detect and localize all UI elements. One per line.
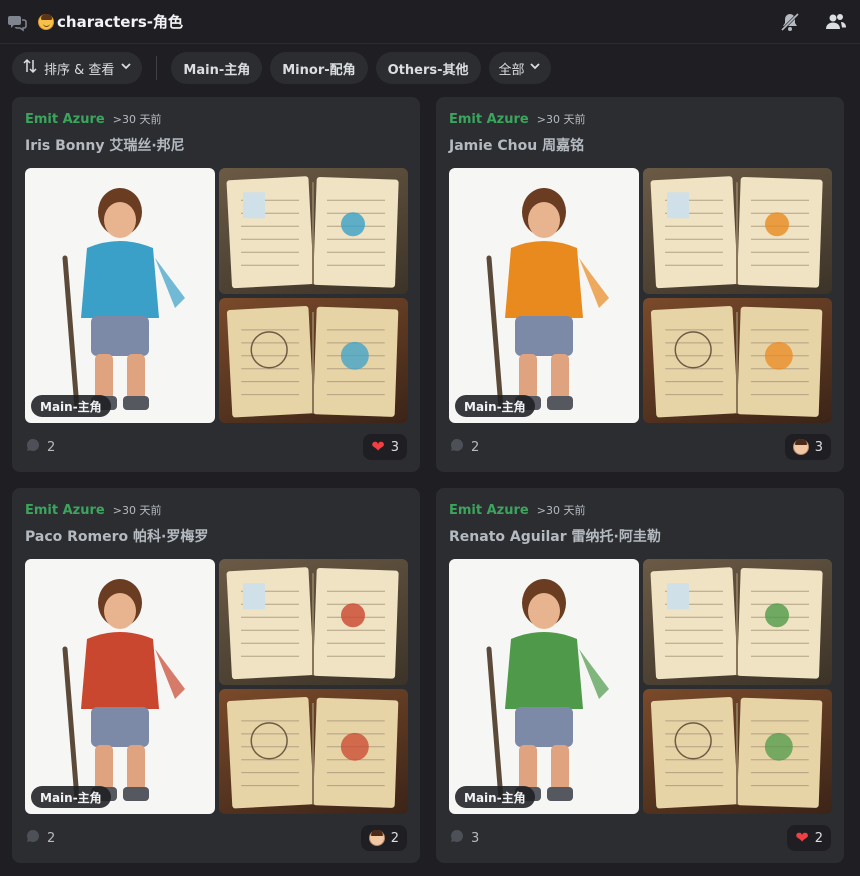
member-list-icon[interactable] [824, 10, 848, 34]
sketch-notebook-image[interactable] [219, 297, 408, 423]
channel-header: characters-角色 [0, 0, 860, 44]
comment-bubble-icon [25, 828, 41, 848]
profile-notebook-image[interactable] [219, 559, 408, 685]
comment-bubble-icon [449, 828, 465, 848]
post-media[interactable]: Main-主角 [25, 559, 408, 814]
character-illustration[interactable]: Main-主角 [25, 559, 215, 814]
sort-label: 排序 & 查看 [44, 62, 115, 78]
tag-filter-minor[interactable]: Minor-配角 [270, 52, 368, 84]
chevron-down-icon [120, 60, 132, 76]
reaction-button[interactable]: 3 [784, 434, 831, 460]
comment-count[interactable]: 2 [449, 437, 479, 457]
forum-channel-icon [6, 11, 28, 33]
profile-notebook-image[interactable] [643, 559, 832, 685]
reaction-count: 2 [814, 830, 823, 846]
comment-count[interactable]: 2 [25, 828, 55, 848]
post-author[interactable]: Emit Azure [449, 112, 529, 127]
post-author[interactable]: Emit Azure [449, 503, 529, 518]
heart-icon: ❤ [795, 828, 809, 847]
sketch-notebook-image[interactable] [643, 688, 832, 814]
sketch-notebook-image[interactable] [643, 297, 832, 423]
boy-face-icon [368, 830, 385, 846]
post-tag: Main-主角 [455, 395, 535, 417]
all-tags-label: 全部 [498, 62, 525, 78]
post-title[interactable]: Paco Romero 帕科·罗梅罗 [25, 526, 407, 546]
tag-filter-others[interactable]: Others-其他 [375, 52, 481, 84]
post-card[interactable]: Emit Azure >30 天前 Renato Aguilar 雷纳托·阿圭勒… [436, 488, 844, 863]
comment-count[interactable]: 2 [25, 437, 55, 457]
post-time: >30 天前 [536, 113, 586, 126]
character-illustration[interactable]: Main-主角 [449, 168, 639, 423]
post-card[interactable]: Emit Azure >30 天前 Paco Romero 帕科·罗梅罗 Mai… [12, 488, 420, 863]
reaction-count: 3 [390, 439, 399, 455]
boy-emoji-icon [38, 13, 54, 30]
post-tag: Main-主角 [31, 786, 111, 808]
comment-count[interactable]: 3 [449, 828, 479, 848]
reaction-count: 2 [390, 830, 399, 846]
comment-count-value: 2 [471, 439, 480, 455]
profile-notebook-image[interactable] [219, 168, 408, 294]
filter-divider [156, 56, 158, 80]
post-card[interactable]: Emit Azure >30 天前 Jamie Chou 周嘉铭 Main-主角… [436, 97, 844, 472]
post-title[interactable]: Jamie Chou 周嘉铭 [449, 135, 831, 155]
sort-icon [22, 58, 38, 78]
mute-notifications-icon[interactable] [778, 10, 802, 34]
post-author[interactable]: Emit Azure [25, 503, 105, 518]
character-illustration[interactable]: Main-主角 [449, 559, 639, 814]
reaction-button[interactable]: 2 [360, 825, 407, 851]
post-tag: Main-主角 [31, 395, 111, 417]
post-grid: Emit Azure >30 天前 Iris Bonny 艾瑞丝·邦尼 Main… [12, 97, 848, 863]
heart-icon: ❤ [371, 437, 385, 456]
tag-filter-main[interactable]: Main-主角 [171, 52, 263, 84]
character-illustration[interactable]: Main-主角 [25, 168, 215, 423]
filter-bar: 排序 & 查看 Main-主角 Minor-配角 Others-其他 全部 [0, 44, 860, 92]
post-card[interactable]: Emit Azure >30 天前 Iris Bonny 艾瑞丝·邦尼 Main… [12, 97, 420, 472]
post-media[interactable]: Main-主角 [25, 168, 408, 423]
profile-notebook-image[interactable] [643, 168, 832, 294]
post-time: >30 天前 [536, 504, 586, 517]
reaction-button[interactable]: ❤ 2 [787, 825, 831, 851]
post-time: >30 天前 [112, 113, 162, 126]
comment-bubble-icon [449, 437, 465, 457]
post-time: >30 天前 [112, 504, 162, 517]
post-media[interactable]: Main-主角 [449, 559, 832, 814]
sketch-notebook-image[interactable] [219, 688, 408, 814]
comment-count-value: 2 [47, 830, 56, 846]
post-title[interactable]: Iris Bonny 艾瑞丝·邦尼 [25, 135, 407, 155]
sort-and-view-button[interactable]: 排序 & 查看 [12, 52, 143, 84]
comment-bubble-icon [25, 437, 41, 457]
boy-face-icon [792, 439, 809, 455]
post-tag: Main-主角 [455, 786, 535, 808]
channel-name: characters-角色 [57, 13, 183, 31]
comment-count-value: 3 [471, 830, 480, 846]
all-tags-dropdown[interactable]: 全部 [488, 52, 551, 84]
reaction-button[interactable]: ❤ 3 [363, 434, 407, 460]
post-media[interactable]: Main-主角 [449, 168, 832, 423]
comment-count-value: 2 [47, 439, 56, 455]
post-title[interactable]: Renato Aguilar 雷纳托·阿圭勒 [449, 526, 831, 546]
reaction-count: 3 [814, 439, 823, 455]
chevron-down-icon [529, 60, 541, 76]
post-author[interactable]: Emit Azure [25, 112, 105, 127]
